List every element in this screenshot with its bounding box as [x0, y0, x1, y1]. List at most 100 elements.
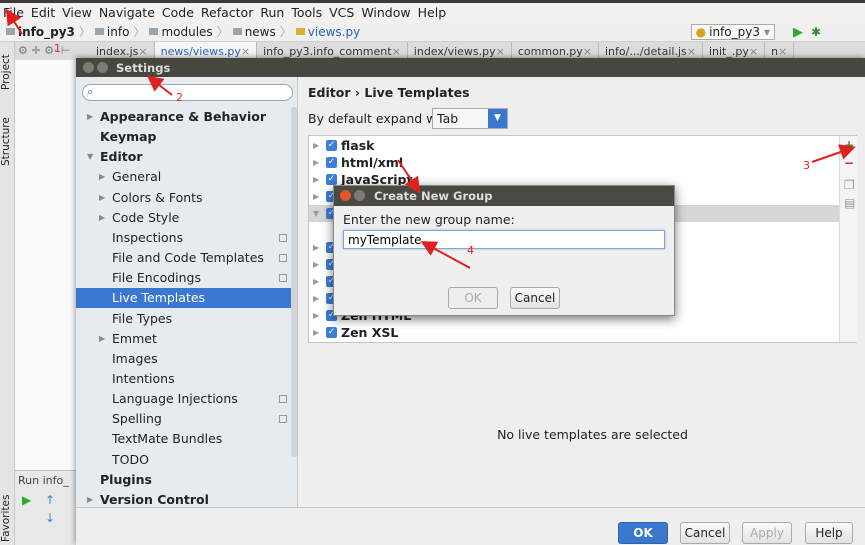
- settings-nav-item[interactable]: File and Code Templates: [76, 248, 292, 268]
- menu-refactor[interactable]: Refactor: [201, 5, 253, 20]
- expand-label: By default expand with: [308, 111, 453, 126]
- menu-code[interactable]: Code: [162, 5, 194, 20]
- settings-nav-item[interactable]: Spelling: [76, 409, 292, 429]
- menu-window[interactable]: Window: [361, 5, 410, 20]
- settings-nav-item[interactable]: TextMate Bundles: [76, 429, 292, 449]
- dialog-cancel-button[interactable]: Cancel: [510, 287, 560, 309]
- close-tab-icon[interactable]: ×: [687, 45, 696, 58]
- settings-nav-item[interactable]: File Types: [76, 309, 292, 329]
- copy-icon[interactable]: ❐: [844, 178, 855, 192]
- menu-edit[interactable]: Edit: [31, 5, 55, 20]
- close-tab-icon[interactable]: ×: [778, 45, 787, 58]
- breadcrumb-item[interactable]: news: [245, 25, 276, 39]
- menu-vcs[interactable]: VCS: [329, 5, 354, 20]
- checkbox[interactable]: ✓: [326, 174, 337, 185]
- close-icon[interactable]: [83, 62, 94, 73]
- template-group-row[interactable]: ▶ ✓ html/xml: [309, 154, 839, 171]
- close-tab-icon[interactable]: ×: [583, 45, 592, 58]
- settings-nav-item[interactable]: Live Templates: [76, 288, 292, 309]
- apply-button[interactable]: Apply: [742, 522, 792, 544]
- close-tab-icon[interactable]: ×: [241, 45, 250, 58]
- settings-nav-item[interactable]: ▶ Emmet: [76, 329, 292, 349]
- nav-scrollbar[interactable]: [291, 107, 297, 457]
- structure-tool-tab[interactable]: Structure: [0, 112, 15, 172]
- menu-run[interactable]: Run: [260, 5, 284, 20]
- expand-select[interactable]: Tab ▼: [432, 108, 508, 129]
- collapse-arrow-icon[interactable]: ▶: [87, 107, 93, 127]
- menu-navigate[interactable]: Navigate: [99, 5, 155, 20]
- expand-arrow-icon[interactable]: ▶: [313, 137, 319, 154]
- settings-nav-item[interactable]: ▶ Code Style: [76, 208, 292, 228]
- empty-message: No live templates are selected: [497, 427, 688, 442]
- checkbox[interactable]: ✓: [326, 157, 337, 168]
- minimize-icon[interactable]: [354, 190, 365, 201]
- ok-button[interactable]: OK: [618, 522, 668, 544]
- settings-search-input[interactable]: ⌕: [82, 84, 293, 101]
- python-icon: ●: [695, 25, 707, 39]
- close-icon[interactable]: [340, 190, 351, 201]
- close-tab-icon[interactable]: ×: [392, 45, 401, 58]
- checkbox[interactable]: ✓: [326, 327, 337, 338]
- expand-arrow-icon[interactable]: ▼: [87, 147, 93, 167]
- menu-file[interactable]: File: [3, 5, 24, 20]
- run-config-select[interactable]: ● info_py3 ▾: [690, 24, 775, 40]
- settings-nav-item[interactable]: TODO: [76, 450, 292, 470]
- rerun-icon[interactable]: ▶: [22, 493, 31, 507]
- run-icon[interactable]: ▶: [793, 25, 803, 40]
- template-group-row[interactable]: ▶ ✓ Zen XSL: [309, 324, 839, 341]
- breadcrumb-item[interactable]: modules: [161, 25, 212, 39]
- group-name-input[interactable]: [343, 230, 665, 249]
- checkbox[interactable]: ✓: [326, 140, 337, 151]
- breadcrumb-item[interactable]: info: [107, 25, 130, 39]
- project-tool-tab[interactable]: Project: [0, 52, 15, 92]
- expand-arrow-icon[interactable]: ▶: [313, 307, 319, 324]
- settings-nav-item[interactable]: Plugins: [76, 470, 292, 490]
- cancel-button[interactable]: Cancel: [680, 522, 730, 544]
- expand-arrow-icon[interactable]: ▶: [313, 324, 319, 341]
- menu-tools[interactable]: Tools: [291, 5, 322, 20]
- minimize-icon[interactable]: [97, 62, 108, 73]
- expand-arrow-icon[interactable]: ▶: [313, 171, 319, 188]
- menu-help[interactable]: Help: [418, 5, 447, 20]
- project-scope-icon: [279, 274, 287, 283]
- collapse-arrow-icon[interactable]: ▶: [99, 188, 105, 208]
- help-button[interactable]: Help: [805, 522, 853, 544]
- collapse-arrow-icon[interactable]: ▶: [99, 167, 105, 187]
- breadcrumb-item[interactable]: views.py: [308, 25, 360, 39]
- favorites-tool-tab[interactable]: Favorites: [0, 492, 15, 544]
- close-tab-icon[interactable]: ×: [749, 45, 758, 58]
- expand-arrow-icon[interactable]: ▼: [313, 205, 319, 222]
- expand-arrow-icon[interactable]: ▶: [313, 290, 319, 307]
- expand-arrow-icon[interactable]: ▶: [313, 239, 319, 256]
- add-icon[interactable]: +: [844, 138, 854, 152]
- settings-nav-item[interactable]: Intentions: [76, 369, 292, 389]
- settings-nav-item[interactable]: ▶ General: [76, 167, 292, 187]
- settings-nav-item[interactable]: Images: [76, 349, 292, 369]
- collapse-arrow-icon[interactable]: ▶: [99, 329, 105, 349]
- expand-arrow-icon[interactable]: ▶: [313, 273, 319, 290]
- run-panel: Run info_ ▶ ↑ ↓: [15, 470, 76, 545]
- up-icon[interactable]: ↑: [45, 493, 55, 507]
- settings-nav-item[interactable]: ▶ Appearance & Behavior: [76, 107, 292, 127]
- edit-icon[interactable]: ▤: [844, 196, 855, 210]
- debug-icon[interactable]: ✱: [811, 25, 821, 39]
- breadcrumb-item[interactable]: info_py3: [18, 25, 75, 39]
- settings-nav-item[interactable]: Keymap: [76, 127, 292, 147]
- close-tab-icon[interactable]: ×: [496, 45, 505, 58]
- settings-nav-item[interactable]: ▶ Colors & Fonts: [76, 188, 292, 208]
- menu-view[interactable]: View: [62, 5, 92, 20]
- expand-arrow-icon[interactable]: ▶: [313, 188, 319, 205]
- dialog-ok-button[interactable]: OK: [448, 287, 498, 309]
- close-tab-icon[interactable]: ×: [138, 45, 147, 58]
- breadcrumb-separator: 〉: [216, 25, 229, 39]
- settings-nav-item[interactable]: ▼ Editor: [76, 147, 292, 167]
- settings-nav-item[interactable]: File Encodings: [76, 268, 292, 288]
- template-group-row[interactable]: ▶ ✓ flask: [309, 137, 839, 154]
- settings-nav-item[interactable]: Language Injections: [76, 389, 292, 409]
- collapse-arrow-icon[interactable]: ▶: [99, 208, 105, 228]
- settings-nav-item[interactable]: Inspections: [76, 228, 292, 248]
- down-icon[interactable]: ↓: [45, 511, 55, 525]
- expand-arrow-icon[interactable]: ▶: [313, 256, 319, 273]
- expand-arrow-icon[interactable]: ▶: [313, 154, 319, 171]
- remove-icon[interactable]: −: [844, 156, 854, 170]
